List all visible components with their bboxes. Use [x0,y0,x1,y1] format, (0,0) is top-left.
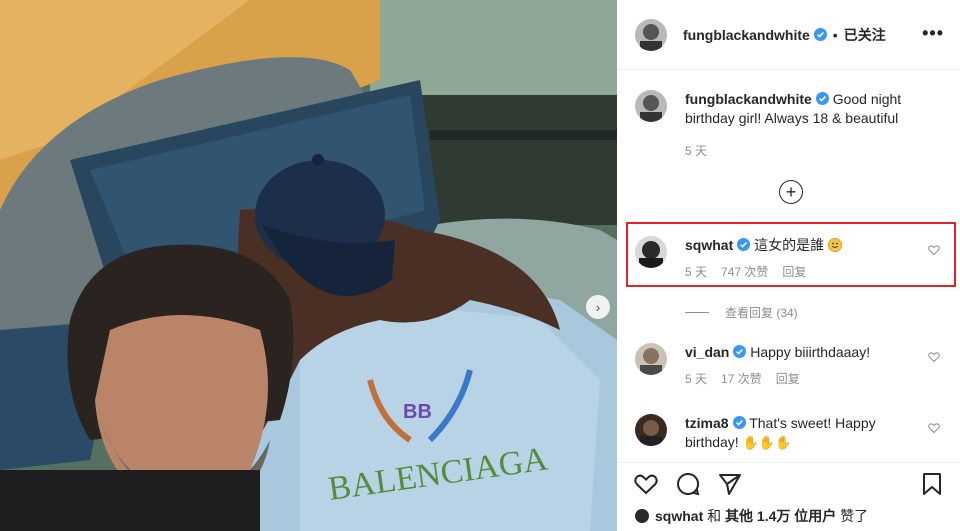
caption: fungblackandwhite Good night birthday gi… [635,90,950,159]
caption-username[interactable]: fungblackandwhite [685,91,812,107]
comment-item: vi_dan Happy biiirthdaaay! 5 天 17 次赞 回复 [635,343,950,387]
more-options-icon[interactable]: ••• [922,23,944,44]
likes-others-count[interactable]: 其他 1.4万 位用户 [725,508,836,524]
photo-illustration: BB BALENCIAGA [0,0,617,531]
post-side-panel: fungblackandwhite • 已关注 ••• fungblackand… [617,0,960,531]
comment-bubble-icon[interactable] [675,471,701,497]
comment-text: Happy biiirthdaaay! [750,344,871,360]
follow-status-button[interactable]: 已关注 [844,25,886,45]
bookmark-icon[interactable] [919,471,945,497]
liker-avatar[interactable] [635,509,649,523]
load-more-comments-button[interactable]: + [779,180,803,204]
likes-liked-label: 赞了 [840,508,869,524]
comment-text-line1: That's sweet! Happy [749,415,876,431]
comment-username[interactable]: vi_dan [685,344,729,360]
comment-text: 這女的是誰 [754,237,825,253]
heart-icon[interactable] [928,244,940,256]
comment-username[interactable]: sqwhat [685,237,733,253]
commenter-avatar[interactable] [635,236,667,268]
verified-badge-icon [815,92,829,105]
smiling-face-emoji-icon [828,238,843,252]
view-replies-label: 查看回复 (34) [725,306,798,320]
replies-divider-line [685,312,709,313]
likes-summary: sqwhat 和 其他 1.4万 位用户 赞了 [635,506,868,526]
comment-reply-button[interactable]: 回复 [776,370,800,387]
caption-text-line2: birthday girl! Always 18 & beautiful [685,110,899,126]
verified-badge-icon [813,28,827,41]
post-action-bar [617,462,960,502]
comment-age: 5 天 [685,265,708,279]
comment-text-line2: birthday! [685,434,739,450]
author-username[interactable]: fungblackandwhite [683,27,810,43]
caption-age: 5 天 [685,144,708,158]
verified-badge-icon [733,345,747,358]
header-separator: • [832,26,838,43]
comment-like-count[interactable]: 17 次赞 [721,370,762,387]
view-replies-button[interactable]: 查看回复 (34) [685,304,798,321]
caption-text-line1: Good night [832,91,902,107]
heart-icon[interactable] [928,422,940,434]
likes-and: 和 [707,508,722,524]
comment-username[interactable]: tzima8 [685,415,729,431]
comment-age: 5 天 [685,372,708,386]
author-avatar[interactable] [635,18,667,51]
comment-item: tzima8 That's sweet! Happy birthday! ✋✋✋ [635,414,950,452]
carousel-next-button[interactable]: › [586,295,610,319]
post-photo[interactable]: BB BALENCIAGA › [0,0,617,531]
caption-avatar[interactable] [635,90,667,122]
verified-badge-icon [732,416,746,429]
share-send-icon[interactable] [717,471,743,497]
comment-like-count[interactable]: 747 次赞 [721,263,768,280]
like-heart-icon[interactable] [633,471,659,497]
commenter-avatar[interactable] [635,414,667,446]
clapping-hands-emoji-icon: ✋✋✋ [742,435,792,450]
commenter-avatar[interactable] [635,343,667,375]
heart-icon[interactable] [928,351,940,363]
verified-badge-icon [737,238,751,251]
comment-item: sqwhat 這女的是誰 5 天 747 次赞 回复 [635,236,950,280]
comment-reply-button[interactable]: 回复 [782,263,806,280]
liker-username[interactable]: sqwhat [655,508,703,524]
hoodie-logo-text: BB [403,401,432,423]
post-header: fungblackandwhite • 已关注 ••• [617,0,960,70]
